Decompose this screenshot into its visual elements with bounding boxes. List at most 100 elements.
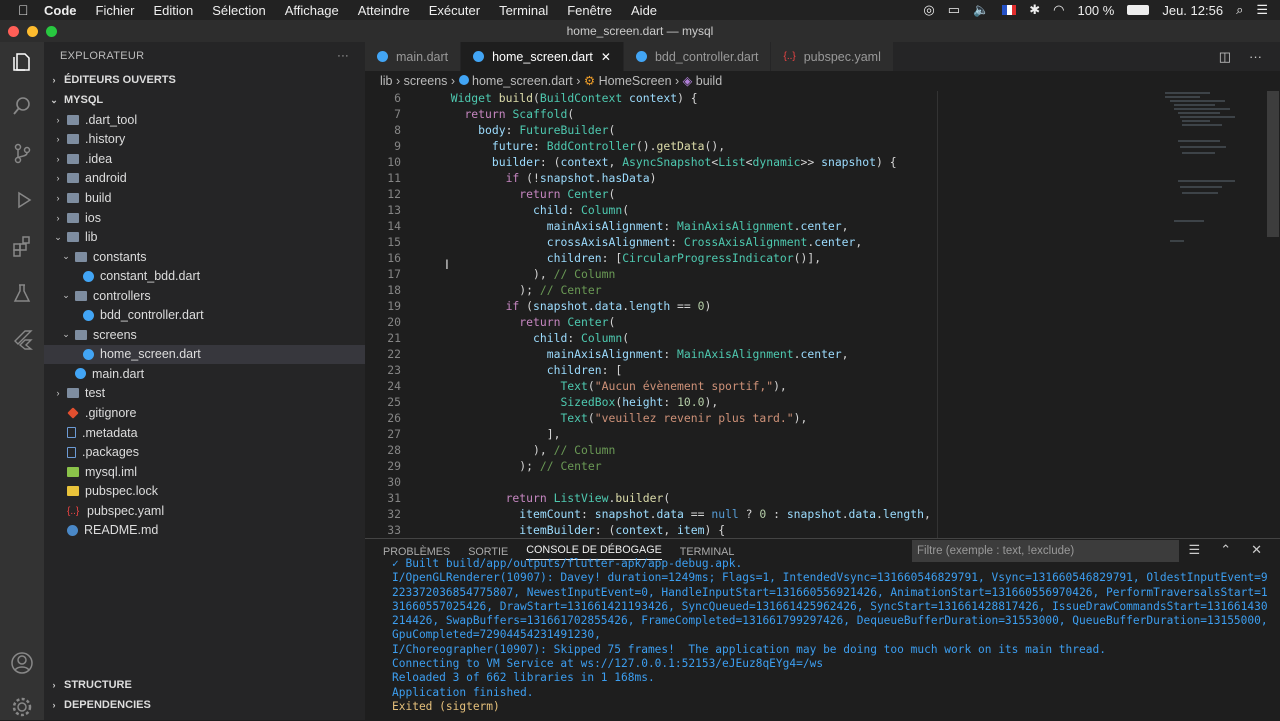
code-editor[interactable]: 6 Widget build(BuildContext context) {7 …: [365, 91, 1280, 538]
menu-affichage[interactable]: Affichage: [285, 3, 339, 18]
code-line[interactable]: future: BddController().getData(),: [437, 139, 725, 153]
code-line[interactable]: itemCount: snapshot.data == null ? 0 : s…: [437, 507, 931, 521]
code-line[interactable]: if (snapshot.data.length == 0): [437, 299, 712, 313]
volume-icon[interactable]: 🔈: [973, 2, 989, 18]
code-line[interactable]: builder: (context, AsyncSnapshot<List<dy…: [437, 155, 897, 169]
more-actions-icon[interactable]: ···: [337, 42, 349, 70]
breadcrumb-class[interactable]: HomeScreen: [599, 74, 672, 88]
code-line[interactable]: SizedBox(height: 10.0),: [437, 395, 718, 409]
menu-terminal[interactable]: Terminal: [499, 3, 548, 18]
testing-icon[interactable]: [8, 279, 36, 307]
code-line[interactable]: return Scaffold(: [437, 107, 574, 121]
tree-item[interactable]: pubspec.lock: [44, 481, 365, 501]
extensions-icon[interactable]: [8, 232, 36, 260]
code-line[interactable]: Text("veuillez revenir plus tard."),: [437, 411, 807, 425]
breadcrumb-lib[interactable]: lib: [380, 74, 393, 88]
tab-pubspec-yaml[interactable]: {..} pubspec.yaml: [771, 42, 894, 71]
sync-icon[interactable]: ◎: [923, 2, 934, 18]
minimap[interactable]: [1160, 91, 1265, 271]
code-line[interactable]: children: [CircularProgressIndicator()],: [437, 251, 821, 265]
code-line[interactable]: mainAxisAlignment: MainAxisAlignment.cen…: [437, 347, 849, 361]
menu-edition[interactable]: Edition: [154, 3, 194, 18]
tree-item[interactable]: home_screen.dart: [44, 344, 365, 365]
menu-executer[interactable]: Exécuter: [429, 3, 480, 18]
run-debug-icon[interactable]: [8, 186, 36, 214]
tree-item[interactable]: › .dart_tool: [44, 110, 365, 130]
breadcrumb-file[interactable]: home_screen.dart: [472, 74, 573, 88]
project-root-section[interactable]: ⌄ MYSQL: [44, 90, 365, 110]
structure-section[interactable]: › STRUCTURE: [44, 675, 365, 695]
tree-item[interactable]: .metadata: [44, 423, 365, 443]
code-line[interactable]: crossAxisAlignment: CrossAxisAlignment.c…: [437, 235, 863, 249]
source-control-icon[interactable]: [8, 139, 36, 167]
control-center-icon[interactable]: ☰: [1256, 2, 1268, 18]
tree-item[interactable]: ⌄ lib: [44, 227, 365, 247]
maximize-panel-icon[interactable]: ⌃: [1220, 542, 1231, 558]
flutter-icon[interactable]: [8, 325, 36, 353]
debug-console-output[interactable]: ✓ Built build/app/outputs/flutter-apk/ap…: [392, 557, 1272, 714]
code-line[interactable]: return ListView.builder(: [437, 491, 671, 505]
tree-item[interactable]: ⌄ constants: [44, 247, 365, 267]
code-line[interactable]: mainAxisAlignment: MainAxisAlignment.cen…: [437, 219, 849, 233]
code-line[interactable]: if (!snapshot.hasData): [437, 171, 657, 185]
tree-item[interactable]: ⌄ screens: [44, 325, 365, 345]
apple-icon[interactable]: : [18, 2, 32, 18]
tab-bdd-controller-dart[interactable]: bdd_controller.dart: [623, 42, 772, 71]
wifi-icon[interactable]: ◠: [1053, 2, 1064, 18]
settings-gear-icon[interactable]: [8, 693, 36, 721]
more-actions-icon[interactable]: ···: [1249, 49, 1262, 64]
close-panel-icon[interactable]: ✕: [1251, 542, 1262, 558]
clear-console-icon[interactable]: ☰: [1189, 542, 1201, 558]
open-editors-section[interactable]: › ÉDITEURS OUVERTS: [44, 70, 365, 90]
code-line[interactable]: ), // Column: [437, 443, 615, 457]
code-line[interactable]: ), // Column: [437, 267, 615, 281]
search-icon[interactable]: [8, 92, 36, 120]
code-line[interactable]: child: Column(: [437, 203, 629, 217]
clock[interactable]: Jeu. 12:56: [1162, 3, 1223, 18]
search-icon[interactable]: ⌕: [1236, 2, 1243, 18]
tree-item[interactable]: .packages: [44, 442, 365, 462]
close-window-button[interactable]: [8, 26, 19, 37]
code-line[interactable]: ); // Center: [437, 459, 601, 473]
code-line[interactable]: ],: [437, 427, 561, 441]
bluetooth-icon[interactable]: ✱: [1029, 2, 1040, 18]
airplay-icon[interactable]: ▭: [948, 2, 960, 18]
menu-atteindre[interactable]: Atteindre: [358, 3, 410, 18]
tab-main-dart[interactable]: main.dart: [365, 42, 462, 71]
tree-item[interactable]: constant_bdd.dart: [44, 266, 365, 286]
tree-item[interactable]: › ios: [44, 208, 365, 228]
menu-selection[interactable]: Sélection: [212, 3, 265, 18]
code-line[interactable]: Widget build(BuildContext context) {: [437, 91, 698, 105]
menu-app[interactable]: Code: [44, 3, 77, 18]
tree-item[interactable]: ⌄ controllers: [44, 286, 365, 306]
tree-item[interactable]: › .history: [44, 130, 365, 150]
code-line[interactable]: body: FutureBuilder(: [437, 123, 615, 137]
minimize-window-button[interactable]: [27, 26, 38, 37]
tree-item[interactable]: bdd_controller.dart: [44, 306, 365, 326]
account-icon[interactable]: [8, 649, 36, 677]
battery-icon[interactable]: [1127, 5, 1150, 15]
tree-item[interactable]: README.md: [44, 521, 365, 541]
split-editor-icon[interactable]: ◫: [1219, 49, 1231, 65]
zoom-window-button[interactable]: [46, 26, 57, 37]
scrollbar-thumb[interactable]: [1267, 91, 1279, 237]
code-line[interactable]: children: [: [437, 363, 622, 377]
menu-aide[interactable]: Aide: [631, 3, 657, 18]
code-line[interactable]: child: Column(: [437, 331, 629, 345]
breadcrumb-screens[interactable]: screens: [404, 74, 448, 88]
breadcrumb-method[interactable]: build: [696, 74, 722, 88]
code-line[interactable]: return Center(: [437, 187, 615, 201]
tree-item[interactable]: › .idea: [44, 149, 365, 169]
tree-item[interactable]: › build: [44, 188, 365, 208]
battery-label[interactable]: 100 %: [1077, 3, 1114, 18]
dependencies-section[interactable]: › DEPENDENCIES: [44, 695, 365, 715]
explorer-icon[interactable]: [8, 48, 36, 76]
code-line[interactable]: itemBuilder: (context, item) {: [437, 523, 725, 537]
tree-item[interactable]: › android: [44, 169, 365, 189]
menu-fichier[interactable]: Fichier: [96, 3, 135, 18]
close-tab-icon[interactable]: ✕: [601, 50, 611, 64]
code-line[interactable]: ); // Center: [437, 283, 601, 297]
tab-home-screen-dart[interactable]: home_screen.dart ✕: [461, 42, 624, 71]
tree-item[interactable]: .gitignore: [44, 403, 365, 423]
tree-item[interactable]: main.dart: [44, 364, 365, 384]
